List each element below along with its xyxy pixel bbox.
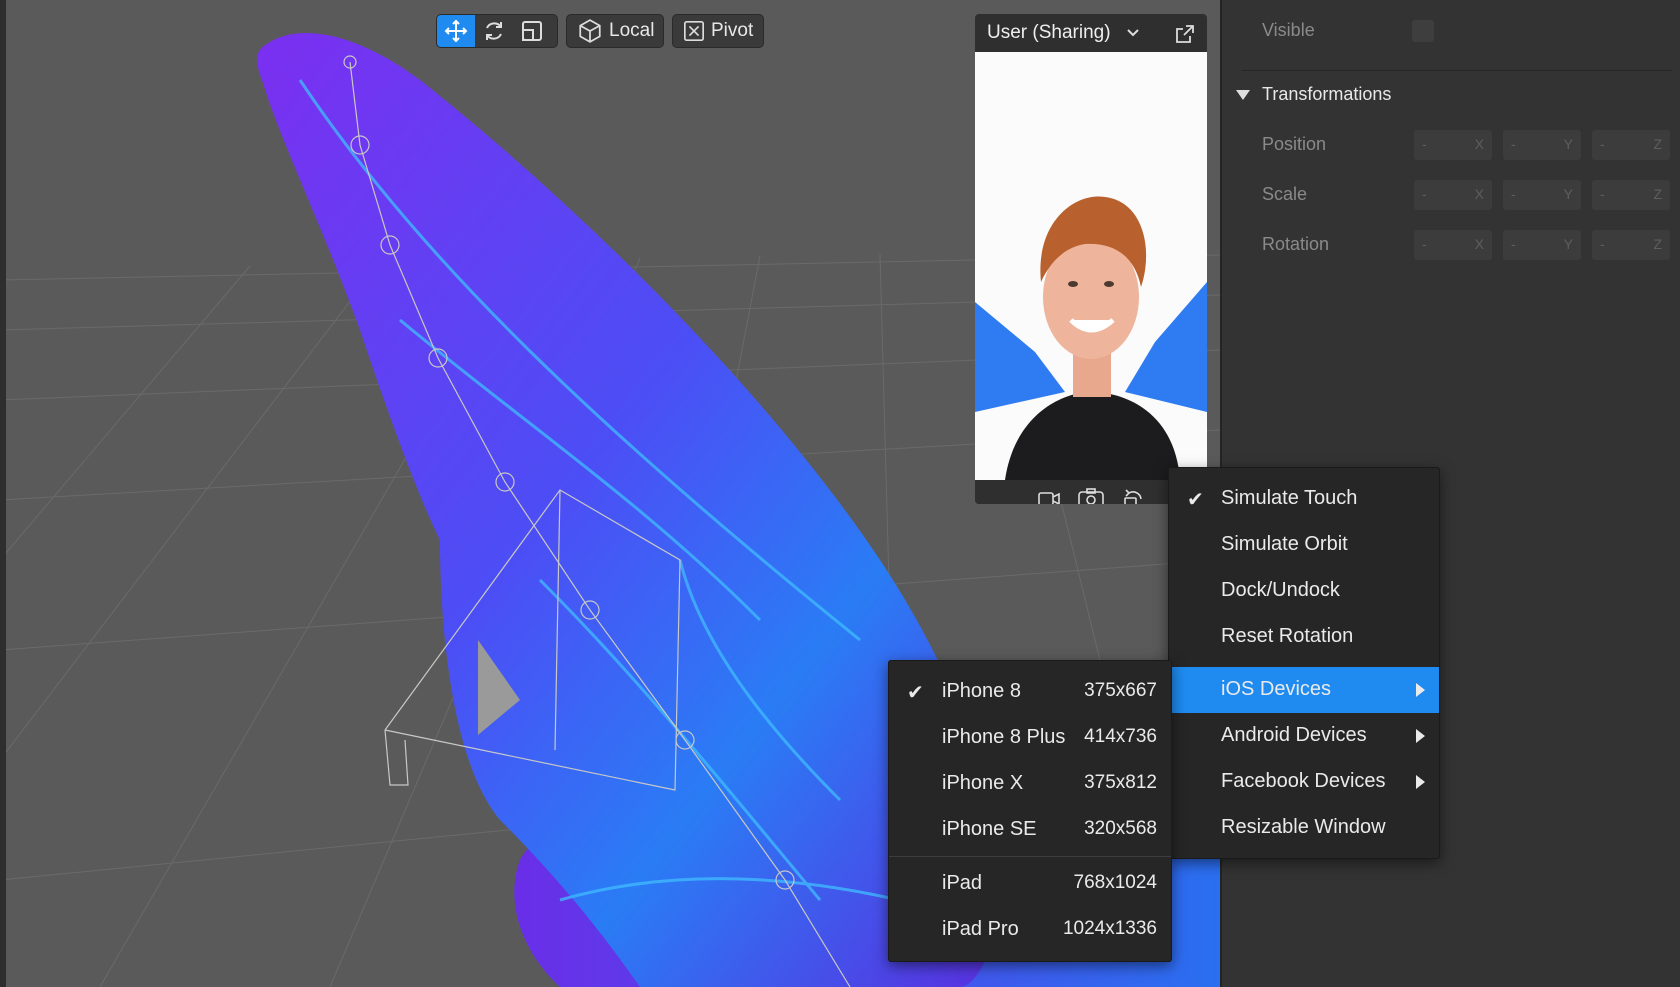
transformations-heading: Transformations <box>1262 84 1392 104</box>
local-label: Local <box>609 20 655 41</box>
scale-x-field[interactable]: -X <box>1414 180 1492 210</box>
device-preview-panel: User (Sharing) <box>975 14 1207 504</box>
local-toggle-button[interactable]: Local <box>566 14 664 48</box>
device-item-iphone-x[interactable]: iPhone X 375x812 <box>889 761 1171 807</box>
video-camera-icon[interactable] <box>1037 489 1061 504</box>
checkmark-icon: ✔ <box>907 682 924 704</box>
device-item-ipad[interactable]: iPad 768x1024 <box>889 861 1171 907</box>
scale-icon <box>522 21 542 41</box>
preview-camera-feed[interactable] <box>975 52 1207 480</box>
scale-y-field[interactable]: -Y <box>1503 180 1581 210</box>
chevron-down-icon[interactable] <box>1125 25 1141 41</box>
section-divider <box>1242 70 1672 71</box>
menu-item-reset-rotation[interactable]: Reset Rotation <box>1169 614 1439 660</box>
scale-label: Scale <box>1262 184 1308 204</box>
menu-item-simulate-orbit[interactable]: Simulate Orbit <box>1169 522 1439 568</box>
preview-user-dropdown[interactable]: User (Sharing) <box>987 22 1111 44</box>
menu-item-facebook-devices[interactable]: Facebook Devices <box>1169 759 1439 805</box>
cube-icon <box>579 19 601 43</box>
popout-icon[interactable] <box>1175 24 1195 44</box>
menu-separator <box>889 856 1171 857</box>
move-icon <box>444 19 468 43</box>
collapse-triangle-icon[interactable] <box>1236 90 1250 102</box>
scale-tool-button[interactable] <box>513 15 551 47</box>
visible-label: Visible <box>1262 20 1315 40</box>
menu-item-android-devices[interactable]: Android Devices <box>1169 713 1439 759</box>
position-z-field[interactable]: -Z <box>1592 130 1670 160</box>
position-label: Position <box>1262 134 1327 154</box>
rotation-x-field[interactable]: -X <box>1414 230 1492 260</box>
rotation-y-field[interactable]: -Y <box>1503 230 1581 260</box>
submenu-arrow-icon <box>1416 775 1425 789</box>
rotate-device-icon[interactable] <box>1121 487 1145 504</box>
transform-tool-group <box>436 14 558 48</box>
position-y-field[interactable]: -Y <box>1503 130 1581 160</box>
move-tool-button[interactable] <box>437 15 475 47</box>
rotate-icon <box>486 22 502 40</box>
device-item-ipad-pro[interactable]: iPad Pro 1024x1336 <box>889 907 1171 953</box>
pivot-toggle-button[interactable]: Pivot <box>672 14 764 48</box>
menu-item-ios-devices[interactable]: iOS Devices <box>1169 667 1439 713</box>
camera-feed-image <box>975 52 1207 480</box>
ios-devices-submenu: ✔ iPhone 8 375x667 iPhone 8 Plus 414x736… <box>888 660 1172 962</box>
position-x-field[interactable]: -X <box>1414 130 1492 160</box>
rotate-tool-button[interactable] <box>475 15 513 47</box>
menu-item-resizable-window[interactable]: Resizable Window <box>1169 805 1439 851</box>
submenu-arrow-icon <box>1416 683 1425 697</box>
device-item-iphone-8-plus[interactable]: iPhone 8 Plus 414x736 <box>889 715 1171 761</box>
menu-item-dock-undock[interactable]: Dock/Undock <box>1169 568 1439 614</box>
checkmark-icon: ✔ <box>1187 489 1204 511</box>
pivot-icon <box>684 21 704 41</box>
pivot-label: Pivot <box>711 20 754 41</box>
viewport-edge <box>0 0 6 987</box>
device-item-iphone-se[interactable]: iPhone SE 320x568 <box>889 807 1171 853</box>
switch-camera-icon[interactable] <box>1077 487 1105 504</box>
visible-checkbox[interactable] <box>1412 20 1434 42</box>
preview-header: User (Sharing) <box>975 14 1207 52</box>
rotation-z-field[interactable]: -Z <box>1592 230 1670 260</box>
preview-context-menu: ✔ Simulate Touch Simulate Orbit Dock/Und… <box>1168 467 1440 859</box>
menu-item-simulate-touch[interactable]: ✔ Simulate Touch <box>1169 476 1439 522</box>
submenu-arrow-icon <box>1416 729 1425 743</box>
scale-z-field[interactable]: -Z <box>1592 180 1670 210</box>
rotation-label: Rotation <box>1262 234 1330 254</box>
device-item-iphone-8[interactable]: ✔ iPhone 8 375x667 <box>889 669 1171 715</box>
